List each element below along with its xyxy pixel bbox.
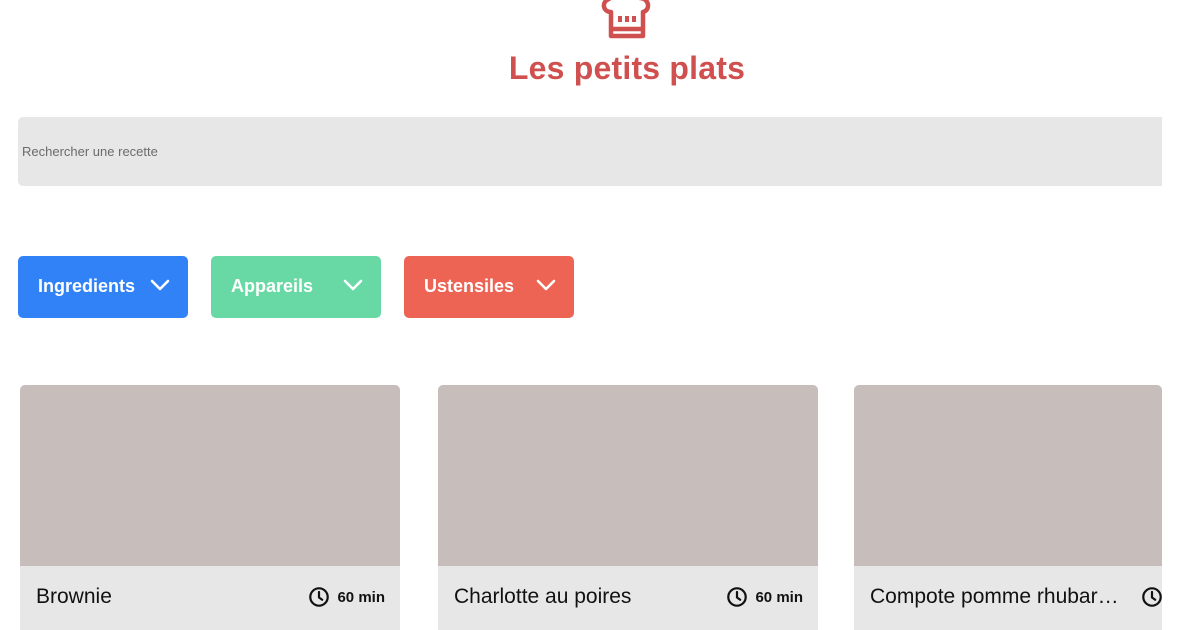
recipe-image [20, 385, 400, 566]
recipe-title: Charlotte au poires [454, 585, 632, 608]
recipe-card[interactable]: Charlotte au poires 60 min [438, 385, 818, 630]
search-bar [18, 117, 1162, 186]
chef-hat-icon[interactable] [597, 0, 657, 44]
recipe-time-value: 60 min [755, 588, 803, 606]
appareils-filter-button[interactable]: Appareils [211, 256, 381, 318]
chevron-down-icon [150, 279, 170, 291]
ingredients-filter-button[interactable]: Ingredients [18, 256, 188, 318]
page: Les petits plats Ingredients Appareils U… [0, 0, 1200, 630]
appareils-filter-label: Appareils [231, 276, 314, 296]
recipe-image [854, 385, 1162, 566]
recipe-time: 60 min [308, 586, 385, 608]
recipe-time-value: 60 min [337, 588, 385, 606]
ustensiles-filter-label: Ustensiles [424, 276, 515, 296]
clock-icon [309, 587, 330, 607]
ingredients-filter-label: Ingredients [38, 276, 136, 296]
chevron-down-icon [343, 279, 363, 291]
recipe-card[interactable]: Brownie 60 min [20, 385, 400, 630]
chevron-down-icon [536, 279, 556, 291]
recipe-title: Brownie [36, 585, 112, 608]
search-input[interactable] [18, 117, 1162, 186]
clock-icon [727, 587, 748, 607]
recipe-time [1141, 586, 1162, 608]
recipe-card[interactable]: Compote pomme rhubarbe [854, 385, 1162, 630]
ustensiles-filter-button[interactable]: Ustensiles [404, 256, 574, 318]
clock-icon [1142, 587, 1162, 607]
recipe-image [438, 385, 818, 566]
site-title: Les petits plats [508, 50, 746, 86]
recipe-time: 60 min [726, 586, 803, 608]
recipe-title: Compote pomme rhubarbe [870, 585, 1120, 608]
